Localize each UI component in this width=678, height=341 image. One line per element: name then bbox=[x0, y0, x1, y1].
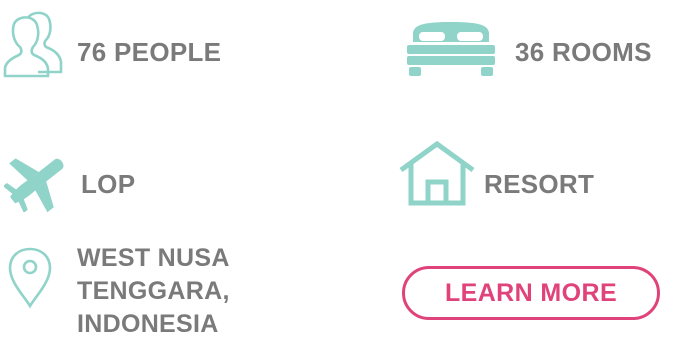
location-label: WEST NUSA TENGGARA, INDONESIA bbox=[77, 242, 230, 341]
map-pin-icon bbox=[8, 247, 52, 309]
people-label: 76 PEOPLE bbox=[77, 37, 222, 67]
learn-more-button[interactable]: LEARN MORE bbox=[402, 266, 660, 320]
bed-icon bbox=[407, 22, 495, 76]
airport-label: LOP bbox=[81, 169, 136, 199]
type-label: RESORT bbox=[484, 169, 595, 199]
rooms-label: 36 ROOMS bbox=[515, 37, 652, 67]
learn-more-label: LEARN MORE bbox=[444, 278, 618, 307]
location-line-3: INDONESIA bbox=[77, 310, 219, 338]
location-line-2: TENGGARA, bbox=[77, 277, 230, 305]
airplane-icon bbox=[4, 158, 64, 212]
location-line-1: WEST NUSA bbox=[77, 244, 230, 272]
house-icon bbox=[399, 140, 475, 206]
people-icon bbox=[3, 11, 63, 78]
